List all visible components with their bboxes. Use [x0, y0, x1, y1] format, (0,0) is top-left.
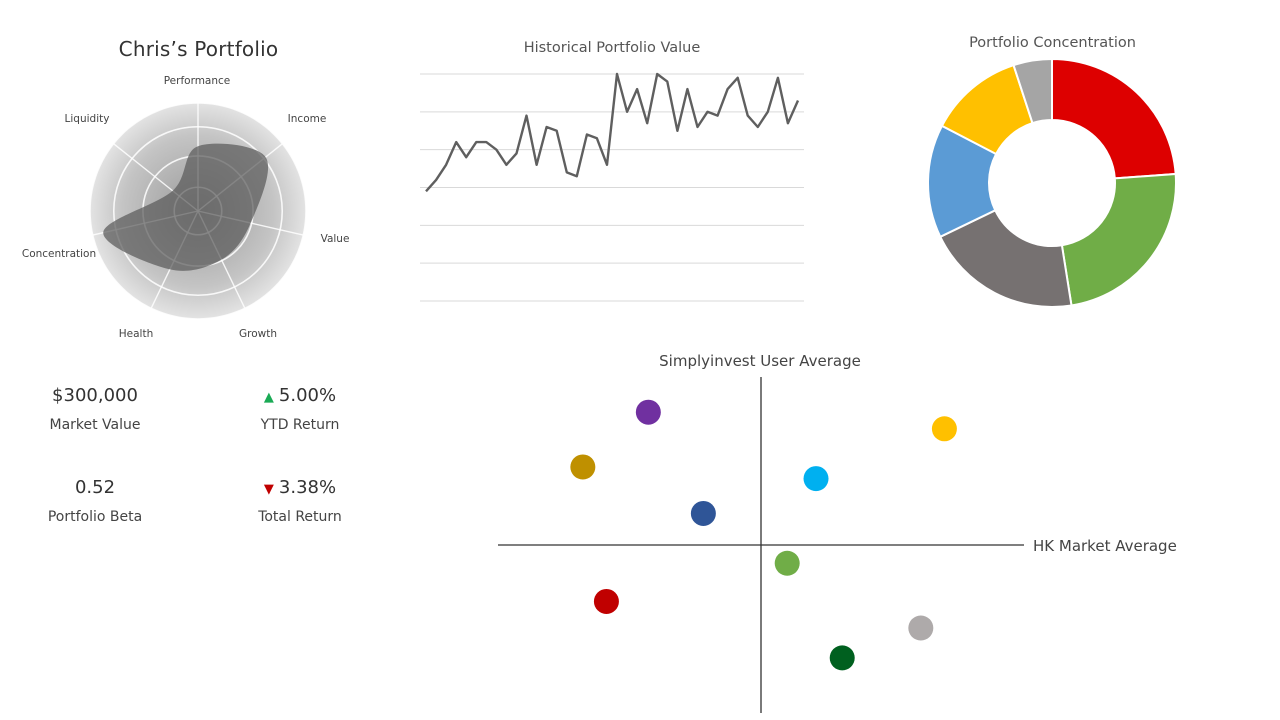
- page-title: Chris’s Portfolio: [118, 37, 279, 61]
- donut-chart: [927, 57, 1177, 308]
- scatter-chart: [498, 377, 1024, 713]
- donut-slice: [1060, 172, 1177, 307]
- line-chart-title: Historical Portfolio Value: [523, 40, 701, 56]
- arrow-up-icon: ▲: [263, 390, 274, 405]
- radar-axis-label: Performance: [164, 75, 231, 87]
- radar-axis-label: Value: [321, 233, 350, 245]
- ytd-return-label: YTD Return: [260, 417, 340, 433]
- market-value-label: Market Value: [49, 417, 141, 433]
- line-series: [425, 72, 800, 193]
- scatter-point: [931, 416, 957, 442]
- radar-axis-label: Growth: [239, 328, 277, 340]
- radar-chart: Performance Income Value Growth Health Concen…: [22, 75, 350, 340]
- total-return: ▼ 3.38%: [210, 477, 390, 498]
- radar-axis-label: Liquidity: [65, 113, 110, 125]
- donut-chart-title: Portfolio Concentration: [969, 35, 1136, 51]
- portfolio-beta: 0.52: [74, 477, 116, 498]
- scatter-point: [570, 454, 596, 480]
- scatter-x-axis-label: HK Market Average: [1033, 537, 1177, 555]
- scatter-point: [829, 645, 855, 671]
- scatter-point: [593, 588, 619, 614]
- ytd-return-value: 5.00%: [278, 385, 337, 406]
- scatter-point: [774, 550, 800, 576]
- arrow-down-icon: ▼: [263, 482, 274, 497]
- scatter-point: [908, 615, 934, 641]
- radar-axis-label: Concentration: [22, 248, 96, 260]
- radar-axis-label: Health: [119, 328, 153, 340]
- radar-axis-label: Income: [288, 113, 327, 125]
- scatter-point: [803, 466, 829, 492]
- market-value: $300,000: [52, 385, 138, 406]
- ytd-return: ▲ 5.00%: [210, 385, 390, 406]
- total-return-value: 3.38%: [278, 477, 337, 498]
- line-chart: [420, 72, 804, 302]
- portfolio-beta-label: Portfolio Beta: [47, 509, 143, 525]
- scatter-point: [635, 399, 661, 425]
- scatter-point: [690, 500, 716, 526]
- total-return-label: Total Return: [258, 509, 342, 525]
- donut-slice: [1051, 57, 1177, 180]
